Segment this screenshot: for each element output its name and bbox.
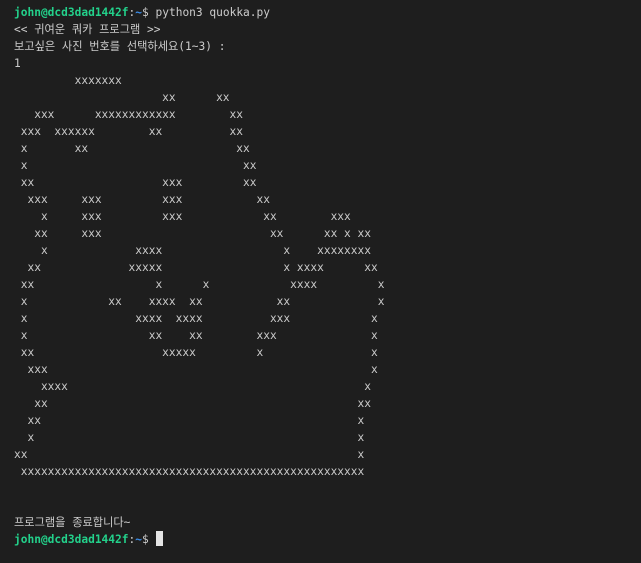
prompt-symbol: $ bbox=[142, 6, 156, 19]
user-answer: 1 bbox=[14, 57, 21, 70]
prompt-path: ~ bbox=[135, 533, 143, 546]
exit-message: 프로그램을 종료합니다~ bbox=[14, 516, 131, 529]
prompt-user: john@dcd3dad1442f bbox=[14, 533, 129, 546]
prompt-symbol: $ bbox=[142, 533, 156, 546]
command-line: john@dcd3dad1442f:~$ python3 quokka.py bbox=[14, 4, 641, 21]
selection-question: 보고싶은 사진 번호를 선택하세요(1~3) : bbox=[14, 40, 226, 53]
text-cursor bbox=[155, 531, 163, 546]
prompt-path: ~ bbox=[135, 6, 143, 19]
prompt-user: john@dcd3dad1442f bbox=[14, 6, 129, 19]
quokka-ascii-art: xxxxxxx xx xx xxx xxxxxxxxxxxx xx xxx xx… bbox=[14, 74, 385, 478]
command-text: python3 quokka.py bbox=[155, 6, 271, 19]
active-prompt-line[interactable]: john@dcd3dad1442f:~$ bbox=[14, 531, 641, 548]
terminal-window[interactable]: john@dcd3dad1442f:~$ python3 quokka.py <… bbox=[0, 0, 641, 563]
program-title: << 귀여운 쿼카 프로그램 >> bbox=[14, 23, 161, 36]
